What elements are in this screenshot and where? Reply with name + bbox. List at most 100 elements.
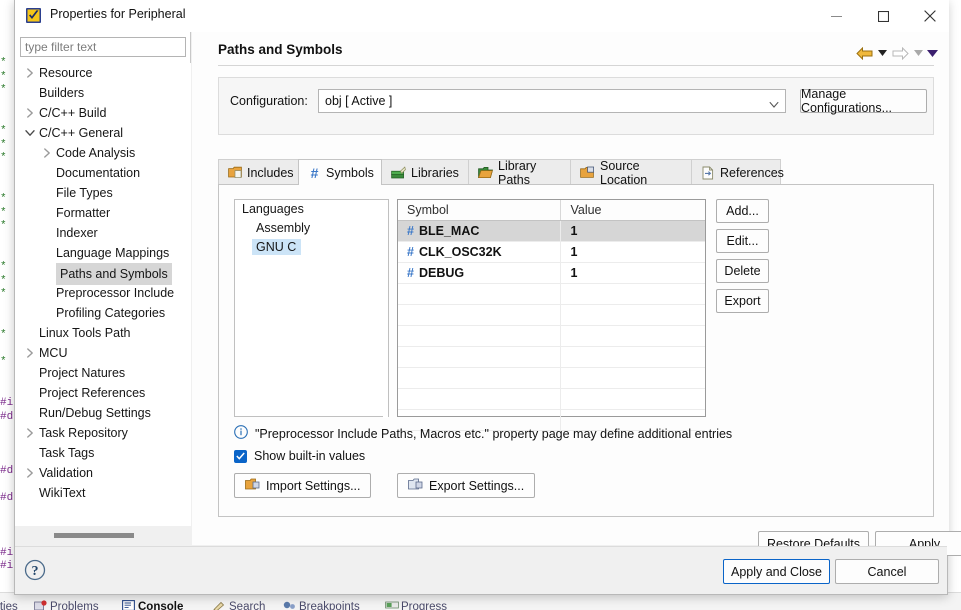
close-button[interactable] [907, 0, 953, 32]
apply-and-close-button[interactable]: Apply and Close [723, 559, 830, 584]
view-tab-search[interactable]: Search [213, 600, 265, 610]
tree-scroll-thumb[interactable] [54, 533, 134, 538]
library-paths-icon [478, 166, 493, 180]
delete-button[interactable]: Delete [716, 259, 769, 283]
cancel-button[interactable]: Cancel [835, 559, 939, 584]
import-settings-button[interactable]: Import Settings... [234, 473, 372, 498]
tree-item-validation[interactable]: Validation [15, 463, 191, 483]
tree-item-c-c-general[interactable]: C/C++ General [15, 123, 191, 143]
tree-item-run-debug-settings[interactable]: Run/Debug Settings [15, 403, 191, 423]
chevron-right-icon[interactable] [24, 423, 36, 443]
language-item-assembly[interactable]: Assembly [235, 219, 388, 238]
tree-item-builders[interactable]: Builders [15, 83, 191, 103]
tree-item-indexer[interactable]: Indexer [15, 223, 191, 243]
add-button[interactable]: Add... [716, 199, 769, 223]
tab-libraries[interactable]: Libraries [381, 159, 469, 185]
tab-library-paths[interactable]: Library Paths [468, 158, 571, 187]
symbol-hash-icon: # [407, 224, 414, 238]
table-row[interactable]: # CLK_OSC32K 1 [398, 242, 705, 263]
tab-references[interactable]: References [691, 159, 784, 185]
tree-item-profiling-categories[interactable]: Profiling Categories [15, 303, 191, 323]
column-header-value[interactable]: Value [561, 200, 705, 220]
minimize-button[interactable] [813, 0, 859, 32]
svg-text:#: # [311, 166, 319, 180]
tree-item-c-c-build[interactable]: C/C++ Build [15, 103, 191, 123]
view-tab-breakpoints[interactable]: Breakpoints [283, 600, 360, 610]
tree-item-project-natures[interactable]: Project Natures [15, 363, 191, 383]
view-tab-progress[interactable]: Progress [385, 600, 447, 610]
manage-configurations-button[interactable]: Manage Configurations... [800, 87, 927, 115]
table-row[interactable]: # DEBUG 1 [398, 263, 705, 284]
info-text: "Preprocessor Include Paths, Macros etc.… [255, 426, 733, 441]
tree-item-resource[interactable]: Resource [15, 63, 191, 83]
table-row[interactable]: # BLE_MAC 1 [398, 221, 705, 242]
tree-item-paths-and-symbols[interactable]: Paths and Symbols [15, 263, 191, 285]
export-button[interactable]: Export [716, 289, 769, 313]
chevron-down-icon[interactable] [24, 123, 36, 143]
tree-item-documentation[interactable]: Documentation [15, 163, 191, 183]
view-tab-label: Search [229, 601, 266, 610]
maximize-button[interactable] [860, 0, 906, 32]
symbols-table[interactable]: Symbol Value # BLE_MAC 1 # CLK_OSC32K 1 # DEBUG… [397, 199, 706, 431]
tab-source-location[interactable]: Source Location [570, 158, 692, 187]
tree-item-language-mappings[interactable]: Language Mappings [15, 243, 191, 263]
checkbox-checked-icon [234, 449, 247, 463]
tree-item-label: Paths and Symbols [56, 263, 172, 285]
tree-item-linux-tools-path[interactable]: Linux Tools Path [15, 323, 191, 343]
configuration-combo[interactable]: obj [ Active ] [318, 89, 786, 113]
languages-header: Languages [235, 200, 388, 219]
symbol-name: CLK_OSC32K [418, 245, 502, 259]
tree-item-code-analysis[interactable]: Code Analysis [15, 143, 191, 163]
tree-item-label: File Types [56, 186, 113, 200]
help-question-icon[interactable]: ? [24, 559, 46, 581]
back-history-chevron-icon[interactable] [875, 43, 889, 63]
column-header-symbol[interactable]: Symbol [398, 200, 562, 220]
tree-horizontal-scrollbar[interactable] [15, 526, 191, 545]
languages-list[interactable]: Languages Assembly GNU C [234, 199, 389, 418]
tree-item-task-tags[interactable]: Task Tags [15, 443, 191, 463]
tree-item-label: Formatter [56, 206, 111, 220]
languages-scrollbar[interactable] [383, 200, 388, 418]
tab-label: Source Location [600, 158, 648, 187]
symbols-table-body: # BLE_MAC 1 # CLK_OSC32K 1 # DEBUG 1 [398, 221, 705, 431]
breakpoints-icon [283, 600, 296, 610]
table-row-empty [398, 389, 705, 410]
show-builtin-checkbox[interactable]: Show built-in values [234, 449, 365, 463]
table-row-empty [398, 347, 705, 368]
chevron-right-icon[interactable] [41, 143, 53, 163]
tree-item-mcu[interactable]: MCU [15, 343, 191, 363]
language-item-gnu-c[interactable]: GNU C [235, 238, 388, 257]
export-settings-button[interactable]: Export Settings... [397, 473, 536, 498]
tree-item-task-repository[interactable]: Task Repository [15, 423, 191, 443]
chevron-right-icon[interactable] [24, 63, 36, 83]
view-tab-console[interactable]: Console [122, 600, 183, 610]
source-location-icon [580, 166, 595, 180]
cell-empty [398, 284, 562, 304]
tree-item-file-types[interactable]: File Types [15, 183, 191, 203]
tree-item-wikitext[interactable]: WikiText [15, 483, 191, 503]
symbol-name: DEBUG [418, 266, 465, 280]
view-tab-problems[interactable]: Problems [34, 600, 99, 610]
symbol-hash-icon: # [407, 245, 414, 259]
tree-item-formatter[interactable]: Formatter [15, 203, 191, 223]
eclipse-properties-icon [25, 7, 42, 24]
tab-symbols[interactable]: # Symbols [298, 159, 382, 185]
tab-includes[interactable]: Includes [218, 159, 299, 185]
back-arrow-icon[interactable] [853, 43, 875, 63]
tab-label: Library Paths [498, 158, 537, 187]
filter-input[interactable] [20, 37, 186, 57]
tree-item-label: Project References [39, 386, 146, 400]
page-menu-chevron-icon[interactable] [925, 43, 939, 63]
chevron-right-icon[interactable] [24, 343, 36, 363]
tree-item-label: Indexer [56, 226, 98, 240]
edit-button[interactable]: Edit... [716, 229, 769, 253]
settings-tree[interactable]: Resource Builders C/C++ Build C/C++ General… [15, 63, 191, 526]
view-tab-rties[interactable]: rties [0, 600, 18, 610]
configuration-label: Configuration: [230, 94, 308, 108]
chevron-right-icon[interactable] [24, 463, 36, 483]
tree-item-project-references[interactable]: Project References [15, 383, 191, 403]
export-icon [408, 477, 423, 494]
chevron-right-icon[interactable] [24, 103, 36, 123]
tree-item-preprocessor-include[interactable]: Preprocessor Include [15, 283, 191, 303]
forward-history-chevron-icon [911, 43, 925, 63]
